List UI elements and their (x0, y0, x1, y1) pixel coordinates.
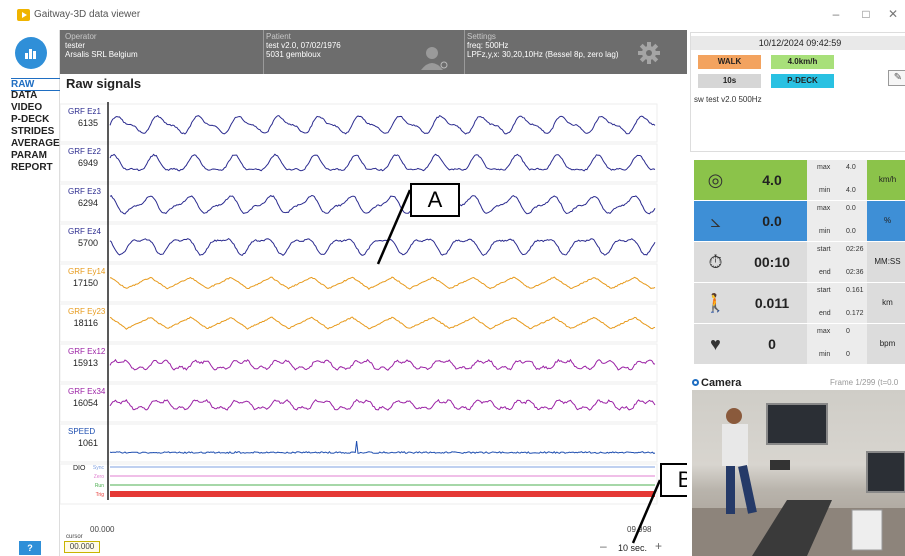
heart-icon: ♥ (694, 324, 737, 364)
metric-label-1: start (817, 246, 831, 253)
metric-row-km: 🚶 0.011 start 0.161 end 0.172 km (694, 283, 905, 323)
metric-value-2: 02:36 (846, 269, 864, 276)
metric-unit: bpm (867, 324, 905, 364)
metric-value-1: 02:26 (846, 246, 864, 253)
metric-label-1: start (817, 287, 831, 294)
camera-radio-icon[interactable] (692, 379, 699, 386)
metric-value: 0 (737, 324, 807, 364)
metric-value-1: 4.0 (846, 164, 856, 171)
metric-unit: MM:SS (867, 242, 905, 282)
metric-label-2: min (819, 228, 830, 235)
camera-frame-counter: Frame 1/299 (t=0.0 (830, 378, 898, 387)
metric-label-1: max (817, 164, 830, 171)
metric-label-2: min (819, 187, 830, 194)
metric-value: 00:10 (737, 242, 807, 282)
metric-value-2: 4.0 (846, 187, 856, 194)
duration-badge: 10s (698, 74, 761, 88)
metric-row-%: ⦣ 0.0 max 0.0 min 0.0% (694, 201, 905, 241)
metric-value: 4.0 (737, 160, 807, 200)
walker-icon: 🚶 (694, 283, 737, 323)
app-window: Gaitway-3D data viewer – □ ✕ RAW DATA VIDE… (0, 0, 905, 556)
metric-unit: % (867, 201, 905, 241)
metric-value: 0.0 (737, 201, 807, 241)
metric-row-bpm: ♥ 0 max 0 min 0 bpm (694, 324, 905, 364)
metric-label-1: max (817, 205, 830, 212)
metric-unit: km (867, 283, 905, 323)
speed-badge: 4.0km/h (771, 55, 834, 69)
metric-value-2: 0.172 (846, 310, 864, 317)
mode-badge: WALK (698, 55, 761, 69)
metric-value-2: 0 (846, 351, 850, 358)
camera-video-frame[interactable] (692, 390, 905, 556)
camera-label: Camera (701, 377, 741, 389)
camera-scene (692, 390, 905, 556)
datetime: 10/12/2024 09:42:59 (691, 36, 905, 50)
device-badge: P-DECK (771, 74, 834, 88)
status-panel: 10/12/2024 09:42:59 WALK 4.0km/h 10s P-D… (687, 30, 905, 556)
metric-label-2: min (819, 351, 830, 358)
session-status: 10/12/2024 09:42:59 WALK 4.0km/h 10s P-D… (690, 32, 905, 152)
metric-row-kmh: ◎ 4.0 max 4.0 min 4.0 km/h (694, 160, 905, 200)
metric-row-mmss: ⏱ 00:10 start 02:26 end 02:36 MM:SS (694, 242, 905, 282)
camera-title: Camera (692, 377, 741, 389)
callout-a: A (410, 183, 460, 217)
incline-icon: ⦣ (694, 201, 737, 241)
metric-label-1: max (817, 328, 830, 335)
metric-label-2: end (819, 269, 831, 276)
metric-value-1: 0 (846, 328, 850, 335)
software-version: sw test v2.0 500Hz (694, 95, 762, 104)
metric-unit: km/h (867, 160, 905, 200)
metric-label-2: end (819, 310, 831, 317)
metric-value-1: 0.161 (846, 287, 864, 294)
metric-value: 0.011 (737, 283, 807, 323)
metric-value-2: 0.0 (846, 228, 856, 235)
speedometer-icon: ◎ (694, 160, 737, 200)
timer-icon: ⏱ (694, 242, 737, 282)
edit-pencil-icon[interactable]: ✎ (888, 70, 905, 86)
metric-value-1: 0.0 (846, 205, 856, 212)
